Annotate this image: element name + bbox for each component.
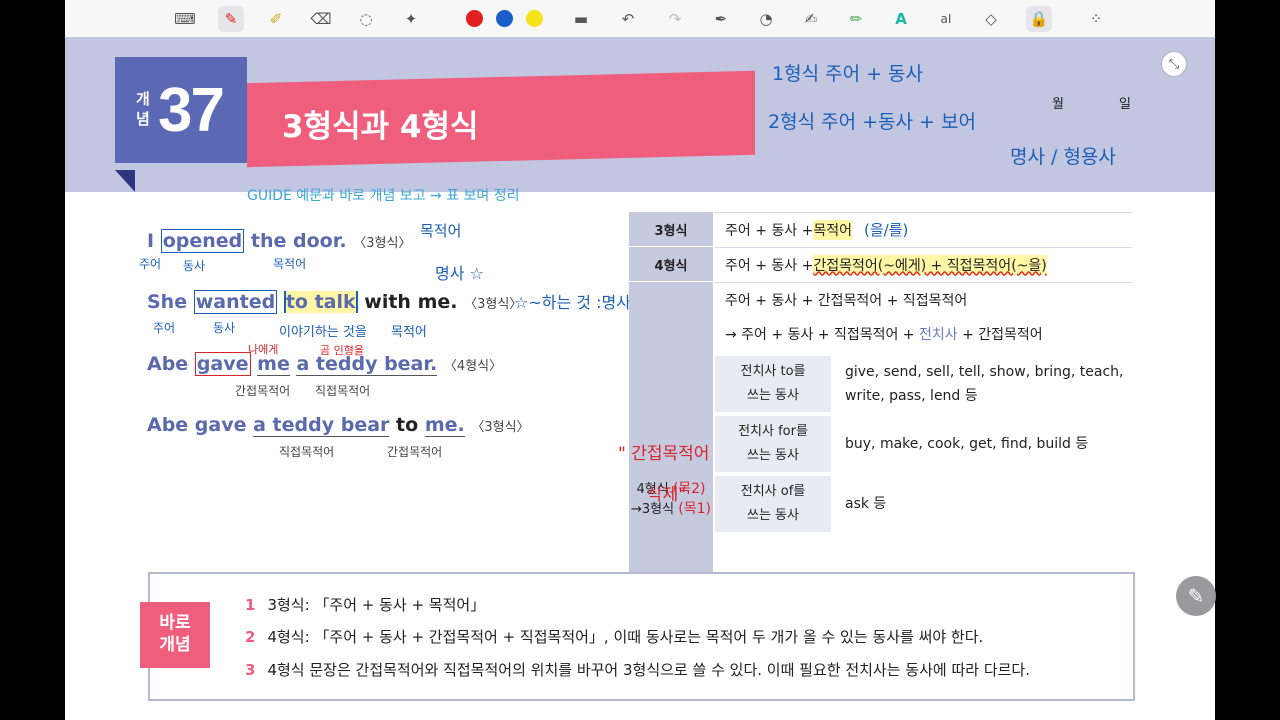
row2-label: 4형식 [629, 247, 713, 281]
table-row-4형식: 4형식 주어 + 동사 + 간접목적어(~에게) + 직접목적어(~을) [629, 247, 1132, 281]
marker-icon[interactable]: ✏ [843, 6, 869, 32]
pencil-fab-icon[interactable]: ✎ [1176, 576, 1216, 616]
eraser-icon[interactable]: ⌫ [308, 6, 334, 32]
hw-line1: 1형식 주어 + 동사 [772, 63, 924, 85]
sentence-4: Abe gave a teddy bear to me. 〈3형식〉 [147, 414, 530, 437]
hw-s1-obj: 목적어 [273, 257, 307, 271]
sub-label-to: 전치사 to를 쓰는 동사 [715, 356, 831, 412]
redo-icon[interactable]: ↷ [662, 6, 688, 32]
sentence-2: She wanted to talk with me. 〈3형식〉 [147, 290, 523, 314]
row3-content: 주어 + 동사 + 간접목적어 + 직접목적어 → 주어 + 동사 + 직접목적… [715, 282, 1132, 353]
toolbar: ⌨ ✎ ✐ ⌫ ◌ ✦ ▬ ↶ ↷ ✒ ◔ ✍ ✏ A aI ◇ 🔒 ⁘ [65, 0, 1215, 38]
sub-label-of: 전치사 of를 쓰는 동사 [715, 476, 831, 532]
s4-do-note: 직접목적어 [279, 445, 335, 459]
hw-s2-subj: 주어 [153, 321, 176, 335]
sub-verbs-to: give, send, sell, tell, show, bring, tea… [833, 356, 1132, 412]
hw-s2-note: ☆~하는 것 :명사☆ [514, 293, 646, 312]
text-pen-icon[interactable]: ✍ [798, 6, 824, 32]
page: 개념 37 3형식과 4형식 GUIDE 예문과 바로 개념 보고 → 표 보며… [65, 37, 1215, 720]
keyboard-icon[interactable]: ⌨ [172, 6, 198, 32]
summary-item-2: 2 4형식: 「주어 + 동사 + 간접목적어 + 직접목적어」, 이때 동사로는… [245, 628, 984, 646]
row3-line1: 주어 + 동사 + 간접목적어 + 직접목적어 [725, 293, 968, 309]
pen-icon[interactable]: ✎ [218, 6, 244, 32]
hw-il: 일 [1119, 97, 1131, 112]
row1-content: 주어 + 동사 + 목적어 (을/를) [715, 212, 1132, 246]
s4-io-note: 간접목적어 [387, 445, 443, 459]
lock-icon[interactable]: 🔒 [1026, 6, 1052, 32]
guide-text: GUIDE 예문과 바로 개념 보고 → 표 보며 정리 [247, 188, 520, 204]
text-box-icon[interactable]: aI [933, 6, 959, 32]
color-red-swatch[interactable] [466, 10, 483, 27]
text-icon[interactable]: A [888, 6, 914, 32]
summary-tag: 바로 개념 [140, 602, 210, 668]
summary-item-3: 3 4형식 문장은 간접목적어와 직접목적어의 위치를 바꾸어 3형식으로 쓸 수… [245, 661, 1030, 679]
hw-delete-2: 삭제" [647, 485, 687, 505]
color-blue-swatch[interactable] [496, 10, 513, 27]
row3-line2: → 주어 + 동사 + 직접목적어 + 전치사 + 간접목적어 [725, 327, 1043, 343]
hw-s2-obj: 목적어 [391, 325, 427, 340]
line-width-icon[interactable]: ▬ [568, 6, 594, 32]
summary-item-1: 1 3형식: 「주어 + 동사 + 목적어」 [245, 596, 486, 614]
pen-settings-icon[interactable]: ✒ [708, 6, 734, 32]
hw-s2-verb: 동사 [213, 321, 236, 335]
magic-icon[interactable]: ✦ [398, 6, 424, 32]
number-fold [115, 170, 135, 192]
s3-io-note: 간접목적어 [235, 384, 291, 398]
hw-delete-1: " 간접목적어 [618, 444, 710, 464]
concept-label: 개념 [136, 90, 150, 128]
sub-verbs-of: ask 등 [833, 476, 1132, 532]
undo-icon[interactable]: ↶ [615, 6, 641, 32]
highlighter-icon[interactable]: ✐ [263, 6, 289, 32]
sub-label-for: 전치사 for를 쓰는 동사 [715, 416, 831, 472]
grid-icon[interactable]: ⁘ [1083, 6, 1109, 32]
hw-s1-note1: 목적어 [420, 222, 462, 240]
hw-s1-note2: 명사 ☆ [435, 264, 484, 283]
hw-wol: 월 [1052, 97, 1064, 112]
hw-line2: 2형식 주어 +동사 + 보어 [768, 111, 976, 133]
sub-verbs-for: buy, make, cook, get, find, build 등 [833, 416, 1132, 472]
sentence-3: Abe gave me a teddy bear. 〈4형식〉 [147, 352, 503, 376]
page-title: 3형식과 4형식 [282, 109, 479, 145]
shapes-icon[interactable]: ◇ [978, 6, 1004, 32]
collapse-icon[interactable]: ⤡ [1162, 52, 1186, 76]
hw-s2-talk: 이야기하는 것을 [279, 325, 367, 340]
hw-s1-subj: 주어 [139, 257, 162, 271]
concept-number: 37 [158, 76, 225, 145]
color-yellow-swatch[interactable] [526, 10, 543, 27]
hw-s1-verb: 동사 [183, 259, 206, 273]
table-row-3형식: 3형식 주어 + 동사 + 목적어 (을/를) [629, 212, 1132, 246]
hw-line3: 명사 / 형용사 [1010, 146, 1116, 168]
row1-label: 3형식 [629, 212, 713, 246]
lasso-icon[interactable]: ◌ [353, 6, 379, 32]
row2-content: 주어 + 동사 + 간접목적어(~에게) + 직접목적어(~을) [715, 247, 1132, 281]
sentence-1: I opened the door. 〈3형식〉 [147, 229, 412, 253]
shape-pen-icon[interactable]: ◔ [753, 6, 779, 32]
s3-do-note: 직접목적어 [315, 384, 371, 398]
